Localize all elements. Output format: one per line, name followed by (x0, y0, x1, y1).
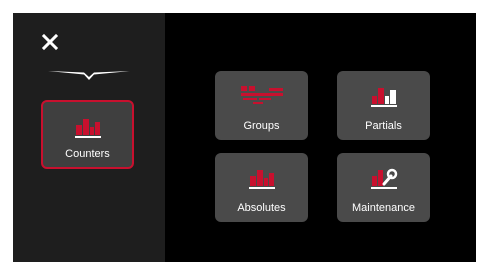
brand-logo-icon (48, 71, 130, 80)
app-screen: Counters Groups Partials Absolutes Maint… (13, 13, 476, 262)
bar-chart-icon (74, 119, 101, 138)
groups-tile[interactable]: Groups (215, 71, 308, 140)
absolutes-tile[interactable]: Absolutes (215, 153, 308, 222)
wrench-chart-icon (370, 168, 397, 189)
sidebar: Counters (13, 13, 165, 262)
groups-label: Groups (243, 120, 280, 132)
counters-button[interactable]: Counters (41, 100, 134, 169)
counters-label: Counters (65, 148, 110, 160)
absolutes-label: Absolutes (237, 202, 286, 214)
partials-label: Partials (365, 120, 402, 132)
close-icon (41, 33, 59, 51)
close-button[interactable] (39, 31, 61, 53)
maintenance-label: Maintenance (352, 202, 415, 214)
bar-chart-icon (370, 88, 397, 107)
bar-chart-icon (248, 170, 275, 189)
groups-icon (240, 86, 283, 104)
partials-tile[interactable]: Partials (337, 71, 430, 140)
maintenance-tile[interactable]: Maintenance (337, 153, 430, 222)
